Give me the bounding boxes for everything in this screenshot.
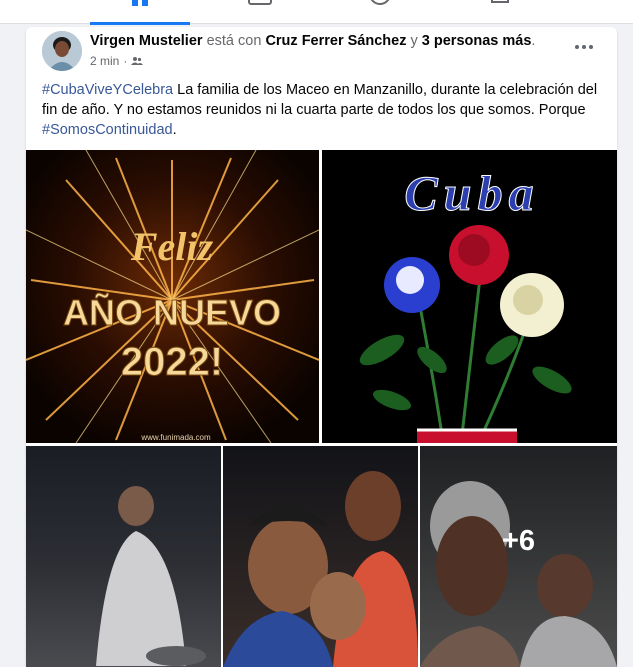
post-header-line: Virgen Mustelier está con Cruz Ferrer Sá… [90,33,535,49]
more-photos-overlay[interactable]: +6 [420,446,617,667]
post-meta: 2 min · [90,54,144,68]
with-text: está con [206,33,262,49]
family-photo-1 [96,486,206,666]
photo-children-night[interactable] [26,446,221,667]
and-text: y [410,33,418,49]
greeting-main: AÑO NUEVO [63,291,281,333]
watch-tab[interactable] [230,0,290,24]
meta-separator: · [123,54,128,68]
post-end-text: . [172,122,177,138]
photo-new-year[interactable]: Feliz AÑO NUEVO 2022! www.funimada.com [26,150,319,443]
profile-photo [42,31,82,71]
dot-icon [582,45,586,49]
hashtag-link[interactable]: #SomosContinuidad [42,122,173,138]
others-link[interactable]: 3 personas más [422,33,532,49]
tagged-person[interactable]: Cruz Ferrer Sánchez [265,33,406,49]
roses-graphic: Cuba [359,165,572,443]
groups-icon [370,0,390,5]
post-card: Virgen Mustelier está con Cruz Ferrer Sá… [26,27,617,667]
family-photo-2 [223,471,418,667]
image-credit: www.funimada.com [140,433,211,442]
more-options-button[interactable] [572,37,596,57]
gaming-tab[interactable] [470,0,530,24]
home-tab[interactable] [90,0,190,25]
avatar[interactable] [42,31,82,71]
cuba-title: Cuba [404,165,539,221]
dot-icon [575,45,579,49]
timestamp[interactable]: 2 min [90,54,119,68]
photo-more[interactable]: +6 [420,446,617,667]
fireworks-graphic: Feliz AÑO NUEVO 2022! www.funimada.com [26,150,319,443]
greeting-year: 2022! [121,340,223,384]
friends-icon[interactable] [131,56,144,66]
watch-icon [248,0,272,5]
post-text: #CubaViveYCelebra La familia de los Mace… [42,80,602,140]
photo-family-selfie[interactable] [223,446,418,667]
home-icon [132,0,148,6]
marketplace-tab[interactable] [350,0,410,24]
dot-icon [589,45,593,49]
hashtag-link[interactable]: #CubaViveYCelebra [42,82,173,98]
gaming-icon [491,0,509,3]
top-navigation [0,0,633,25]
period-text: . [531,33,536,49]
more-photos-count: +6 [501,525,536,557]
author-name[interactable]: Virgen Mustelier [90,33,203,49]
greeting-script: Feliz [130,224,214,269]
photo-cuba-roses[interactable]: Cuba [322,150,617,443]
